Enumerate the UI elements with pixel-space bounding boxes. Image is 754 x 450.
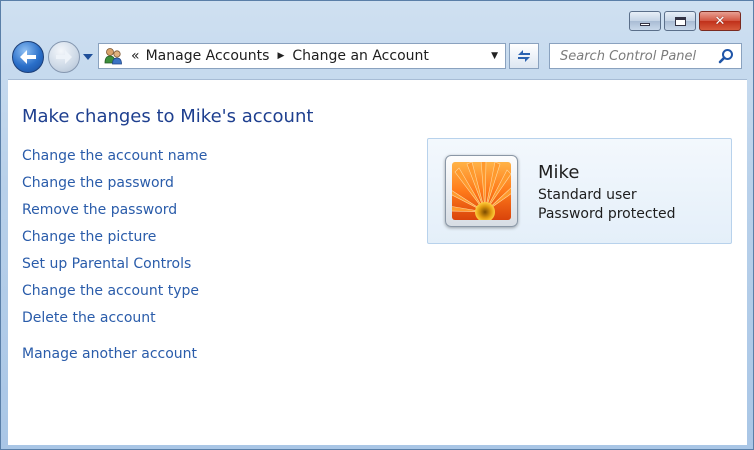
minimize-button[interactable]	[629, 11, 661, 31]
user-account-card: Mike Standard user Password protected	[427, 138, 732, 244]
maximize-icon	[674, 16, 686, 26]
page-title: Make changes to Mike's account	[22, 106, 314, 127]
refresh-button[interactable]	[509, 43, 539, 69]
close-icon: ✕	[714, 13, 726, 29]
change-picture-link[interactable]: Change the picture	[22, 229, 156, 245]
address-dropdown-icon[interactable]: ▼	[491, 51, 498, 61]
close-button[interactable]: ✕	[699, 11, 741, 31]
user-name: Mike	[538, 162, 580, 183]
arrow-right-icon	[56, 50, 72, 64]
address-bar[interactable]: « Manage Accounts ▶ Change an Account ▼	[98, 43, 506, 69]
avatar-frame	[445, 155, 518, 227]
control-panel-window: ✕ « Manage Accounts ▶ Change an Account	[0, 0, 754, 450]
password-status-label: Password protected	[538, 206, 676, 222]
manage-another-account-link[interactable]: Manage another account	[22, 346, 197, 362]
search-input[interactable]	[558, 47, 712, 65]
forward-button[interactable]	[48, 41, 80, 73]
breadcrumb-change-account[interactable]: Change an Account	[292, 48, 428, 64]
change-password-link[interactable]: Change the password	[22, 175, 174, 191]
caption-buttons: ✕	[629, 11, 741, 31]
refresh-icon	[518, 50, 530, 62]
account-type-label: Standard user	[538, 187, 637, 203]
breadcrumb-overflow[interactable]: «	[131, 48, 140, 64]
arrow-left-icon	[20, 50, 36, 64]
search-icon[interactable]	[718, 48, 734, 64]
chevron-down-icon	[83, 53, 93, 60]
user-accounts-icon	[103, 47, 125, 65]
maximize-button[interactable]	[664, 11, 696, 31]
recent-pages-button[interactable]	[82, 51, 94, 63]
delete-account-link[interactable]: Delete the account	[22, 310, 156, 326]
remove-password-link[interactable]: Remove the password	[22, 202, 177, 218]
change-account-type-link[interactable]: Change the account type	[22, 283, 199, 299]
content-pane: Make changes to Mike's account Change th…	[8, 79, 747, 445]
back-button[interactable]	[12, 41, 44, 73]
flower-icon	[452, 162, 511, 220]
breadcrumb-arrow-icon[interactable]: ▶	[277, 51, 284, 61]
change-account-name-link[interactable]: Change the account name	[22, 148, 207, 164]
search-box[interactable]	[549, 43, 742, 69]
parental-controls-link[interactable]: Set up Parental Controls	[22, 256, 191, 272]
breadcrumb-manage-accounts[interactable]: Manage Accounts	[146, 48, 270, 64]
minimize-icon	[640, 22, 650, 26]
